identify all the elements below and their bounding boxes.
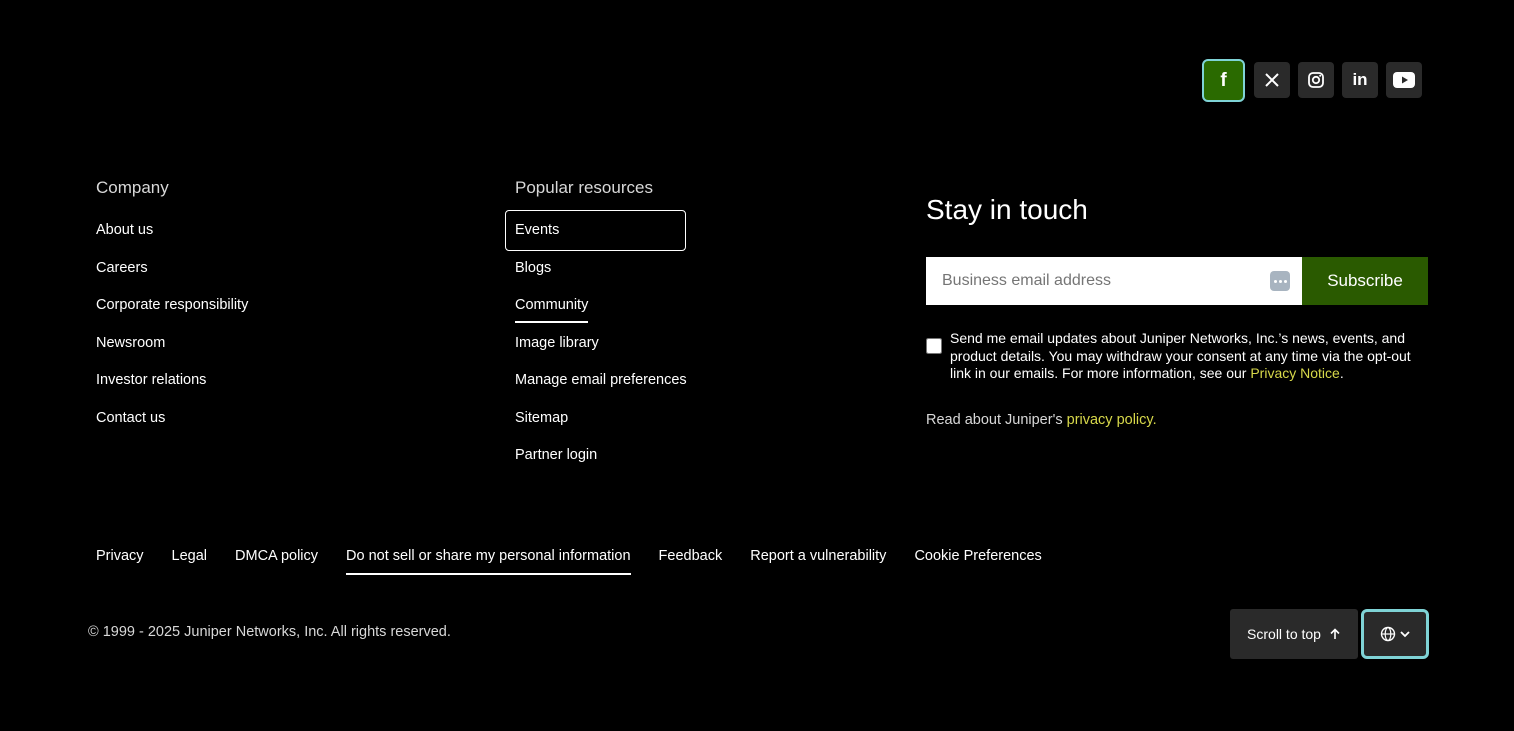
consent-row: Send me email updates about Juniper Netw… bbox=[926, 330, 1428, 383]
company-column: Company About us Careers Corporate respo… bbox=[96, 178, 248, 445]
instagram-button[interactable] bbox=[1298, 62, 1334, 98]
link-blogs[interactable]: Blogs bbox=[515, 258, 551, 278]
link-manage-email-preferences[interactable]: Manage email preferences bbox=[515, 370, 687, 390]
privacy-read-text: Read about Juniper's bbox=[926, 411, 1067, 428]
chevron-down-icon bbox=[1399, 631, 1410, 638]
link-image-library[interactable]: Image library bbox=[515, 333, 599, 353]
newsletter-heading: Stay in touch bbox=[926, 194, 1088, 225]
consent-end: . bbox=[1339, 365, 1344, 381]
social-links: f in bbox=[1202, 59, 1422, 102]
link-events[interactable]: Events bbox=[515, 220, 559, 240]
link-corporate-responsibility[interactable]: Corporate responsibility bbox=[96, 295, 248, 315]
x-icon bbox=[1265, 73, 1279, 87]
company-heading: Company bbox=[96, 178, 169, 197]
youtube-icon bbox=[1393, 72, 1415, 88]
privacy-notice-link[interactable]: Privacy Notice bbox=[1250, 365, 1339, 381]
link-community[interactable]: Community bbox=[515, 295, 589, 323]
link-investor-relations[interactable]: Investor relations bbox=[96, 370, 206, 390]
consent-checkbox[interactable] bbox=[926, 338, 942, 354]
email-field-wrap bbox=[926, 257, 1302, 305]
email-form: Subscribe bbox=[926, 257, 1428, 305]
link-privacy[interactable]: Privacy bbox=[96, 546, 144, 575]
newsletter-section: Stay in touch Subscribe Send me email up… bbox=[926, 193, 1428, 428]
facebook-icon: f bbox=[1220, 69, 1227, 91]
link-about-us[interactable]: About us bbox=[96, 220, 153, 240]
x-button[interactable] bbox=[1254, 62, 1290, 98]
link-cookie-preferences[interactable]: Cookie Preferences bbox=[914, 546, 1041, 575]
youtube-button[interactable] bbox=[1386, 62, 1422, 98]
link-contact-us[interactable]: Contact us bbox=[96, 408, 165, 428]
facebook-button[interactable]: f bbox=[1202, 59, 1245, 102]
arrow-up-icon bbox=[1330, 628, 1340, 639]
password-manager-icon[interactable] bbox=[1270, 271, 1290, 291]
link-do-not-sell[interactable]: Do not sell or share my personal informa… bbox=[346, 546, 631, 575]
linkedin-button[interactable]: in bbox=[1342, 62, 1378, 98]
company-links: About us Careers Corporate responsibilit… bbox=[96, 220, 248, 445]
linkedin-icon: in bbox=[1352, 70, 1368, 89]
consent-text: Send me email updates about Juniper Netw… bbox=[950, 330, 1420, 383]
email-input[interactable] bbox=[926, 257, 1302, 305]
link-sitemap[interactable]: Sitemap bbox=[515, 408, 568, 428]
link-newsroom[interactable]: Newsroom bbox=[96, 333, 165, 353]
link-report-vulnerability[interactable]: Report a vulnerability bbox=[750, 546, 886, 575]
scroll-to-top-button[interactable]: Scroll to top bbox=[1230, 609, 1358, 659]
link-partner-login[interactable]: Partner login bbox=[515, 445, 597, 465]
scroll-to-top-label: Scroll to top bbox=[1247, 626, 1321, 642]
instagram-icon bbox=[1308, 72, 1324, 88]
resources-column: Popular resources Events Blogs Community… bbox=[505, 178, 687, 483]
link-careers[interactable]: Careers bbox=[96, 258, 148, 278]
link-dmca-policy[interactable]: DMCA policy bbox=[235, 546, 318, 575]
resources-links: Events Blogs Community Image library Man… bbox=[505, 210, 687, 483]
copyright: © 1999 - 2025 Juniper Networks, Inc. All… bbox=[88, 624, 451, 640]
link-legal[interactable]: Legal bbox=[172, 546, 207, 575]
privacy-policy-link[interactable]: privacy policy. bbox=[1067, 412, 1157, 428]
resources-heading: Popular resources bbox=[515, 178, 653, 197]
link-feedback[interactable]: Feedback bbox=[659, 546, 723, 575]
privacy-read: Read about Juniper's privacy policy. bbox=[926, 412, 1428, 428]
language-selector[interactable] bbox=[1361, 609, 1429, 659]
subscribe-button[interactable]: Subscribe bbox=[1302, 257, 1428, 305]
globe-icon bbox=[1380, 626, 1395, 642]
legal-links: Privacy Legal DMCA policy Do not sell or… bbox=[96, 546, 1042, 575]
